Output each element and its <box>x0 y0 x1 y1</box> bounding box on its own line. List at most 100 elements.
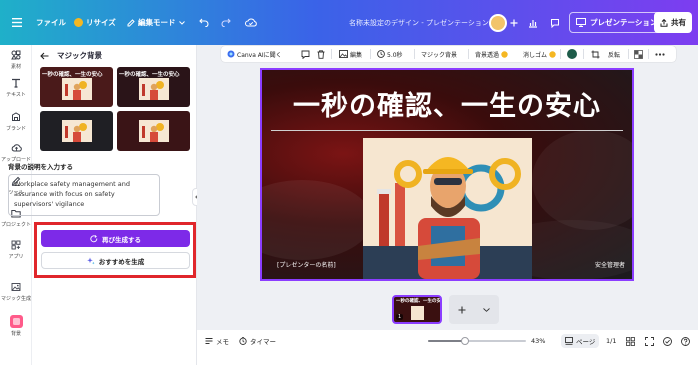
crown-badge-icon <box>549 50 556 58</box>
magic-background-button[interactable]: マジック背景 <box>421 46 457 62</box>
comment-add-icon[interactable] <box>301 46 310 62</box>
hamburger-icon[interactable] <box>12 0 22 45</box>
rail-item-magic-media[interactable]: マジック生成 <box>0 281 32 302</box>
timer-label: タイマー <box>250 338 276 346</box>
rail-item-elements[interactable]: 素材 <box>0 49 32 70</box>
rail-item-brand[interactable]: ブランド <box>0 111 32 132</box>
file-menu[interactable]: ファイル <box>36 0 66 45</box>
color-swatch[interactable] <box>567 46 577 62</box>
context-toolbar: Canva AIに聞く 編集 5.0秒 マジック背景 背景透過 消しゴム 反転 <box>221 46 676 62</box>
upload-icon <box>10 142 22 154</box>
transparency-icon[interactable] <box>634 46 643 62</box>
duration-label: 5.0秒 <box>387 51 403 59</box>
crop-icon[interactable] <box>591 46 600 62</box>
back-arrow-icon[interactable] <box>40 52 49 60</box>
background-option-3[interactable]: 一秒の確認、一生の安心 <box>40 111 113 151</box>
background-option-1[interactable]: 一秒の確認、一生の安心 <box>40 67 113 107</box>
cloud-save-icon[interactable] <box>245 0 257 45</box>
present-icon <box>576 18 586 27</box>
suggest-button[interactable]: おすすめを生成 <box>41 252 190 269</box>
background-icon <box>9 315 23 328</box>
rail-label: プロジェクト <box>0 222 31 228</box>
crown-badge-icon <box>501 50 508 58</box>
thumbnail-title: 一秒の確認、一生の安心 <box>42 72 103 78</box>
description-field[interactable]: Workplace safety management and assuranc… <box>8 174 160 216</box>
eraser-button[interactable]: 消しゴム <box>523 46 556 62</box>
canva-ai-icon <box>227 50 235 58</box>
add-page-button[interactable] <box>449 295 499 324</box>
page-number: 1 <box>396 314 404 320</box>
duration-button[interactable]: 5.0秒 <box>377 46 403 62</box>
resize-button[interactable]: リサイズ <box>74 0 116 45</box>
rail-item-uploads[interactable]: アップロード <box>0 142 32 163</box>
rail-item-background[interactable]: 背景 <box>0 315 32 337</box>
ask-canva-ai-button[interactable]: Canva AIに聞く <box>227 46 282 62</box>
undo-icon[interactable] <box>199 0 209 45</box>
page-view-button[interactable]: ページ <box>561 330 600 352</box>
thumbnail-illustration <box>139 78 169 100</box>
apps-icon <box>10 239 22 251</box>
rail-label: マジック生成 <box>0 296 31 302</box>
zoom-level[interactable]: 43% <box>531 330 545 352</box>
rail-label: アプリ <box>8 254 24 260</box>
page-thumbnail-illustration <box>411 306 424 320</box>
rail-item-text[interactable]: テキスト <box>0 77 32 98</box>
notes-icon <box>205 338 213 344</box>
background-option-2[interactable]: 一秒の確認、一生の安心 <box>117 67 190 107</box>
document-title[interactable]: 名称未設定のデザイン - プレゼンテーション <box>349 0 489 45</box>
background-remove-button[interactable]: 背景透過 <box>475 46 508 62</box>
present-button[interactable]: プレゼンテーション <box>569 12 665 33</box>
share-button[interactable]: 共有 <box>654 12 692 33</box>
edit-mode-label: 編集モード <box>138 18 176 27</box>
help-icon[interactable] <box>681 330 690 352</box>
add-collaborator-icon[interactable] <box>510 0 518 45</box>
sparkle-icon <box>86 257 95 264</box>
insights-icon[interactable] <box>528 0 538 45</box>
refresh-icon <box>90 234 98 242</box>
presenter-role[interactable]: 安全管理者 <box>595 260 625 269</box>
elements-icon <box>10 49 22 61</box>
regenerate-button[interactable]: 再び生成する <box>41 230 190 247</box>
comment-icon[interactable] <box>550 0 560 45</box>
delete-icon[interactable] <box>317 46 325 62</box>
slide-title[interactable]: 一秒の確認、一生の安心 <box>262 84 632 123</box>
page-view-label: ページ <box>576 338 596 346</box>
edit-image-button[interactable]: 編集 <box>339 46 362 62</box>
top-bar: ファイル リサイズ 編集モード 名称未設定のデザイン - プレゼンテーション プ… <box>0 0 698 45</box>
worker-illustration[interactable] <box>363 138 532 279</box>
eraser-label: 消しゴム <box>523 51 548 59</box>
check-icon[interactable] <box>663 330 672 352</box>
share-label: 共有 <box>671 18 686 27</box>
rail-label: 背景 <box>10 331 21 337</box>
magic-media-icon <box>10 281 22 293</box>
title-divider <box>271 130 623 131</box>
background-option-4[interactable]: 一秒の確認、一生の安心 <box>117 111 190 151</box>
chevron-down-icon[interactable] <box>483 307 491 312</box>
image-edit-icon <box>339 50 348 58</box>
crown-icon <box>74 18 83 27</box>
rail-item-apps[interactable]: アプリ <box>0 239 32 260</box>
timer-icon <box>239 337 247 345</box>
description-label: 背景の説明を入力する <box>8 163 73 171</box>
slide-canvas[interactable]: 一秒の確認、一生の安心 [プレゼンターの名前] 安全管理者 <box>260 68 634 281</box>
page-counter: 1/1 <box>606 337 617 345</box>
more-options-icon[interactable] <box>655 46 665 62</box>
grid-view-icon[interactable] <box>626 330 635 352</box>
notes-button[interactable]: メモ <box>205 330 229 352</box>
presenter-name[interactable]: [プレゼンターの名前] <box>277 260 336 269</box>
zoom-slider-fill <box>428 340 466 342</box>
avatar[interactable] <box>489 0 507 45</box>
flip-button[interactable]: 反転 <box>608 46 620 62</box>
share-icon <box>660 18 668 27</box>
clock-icon <box>377 50 385 58</box>
edit-mode-dropdown[interactable]: 編集モード <box>127 0 185 45</box>
swatch-dot <box>567 49 577 59</box>
rail-label: 素材 <box>10 64 21 70</box>
brand-icon <box>10 111 22 123</box>
page-thumbnail[interactable]: 一秒の確認、一生の安心 1 <box>392 295 442 324</box>
plus-icon <box>458 306 466 313</box>
redo-icon[interactable] <box>221 0 231 45</box>
timer-button[interactable]: タイマー <box>239 330 276 352</box>
notes-label: メモ <box>216 338 229 346</box>
fullscreen-icon[interactable] <box>645 330 654 352</box>
